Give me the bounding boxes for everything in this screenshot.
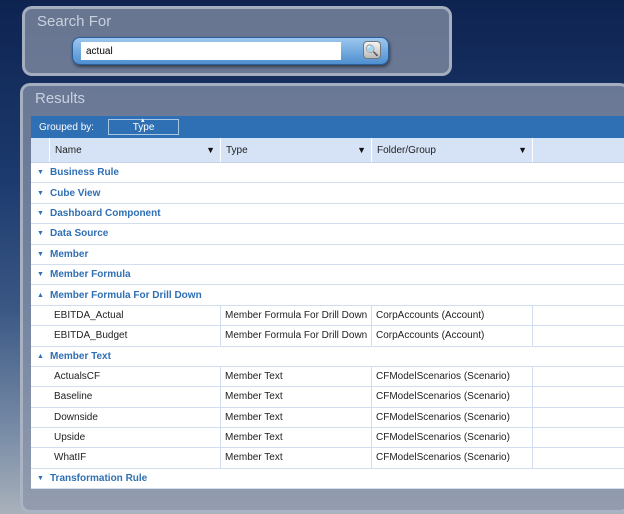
expand-icon[interactable]: ▼	[31, 251, 50, 258]
group-row[interactable]: ▼ Transformation Rule	[31, 469, 624, 490]
search-button[interactable]: 🔍	[363, 41, 381, 59]
cell-name: ActualsCF	[50, 366, 221, 387]
table-row[interactable]: EBITDA_Actual Member Formula For Drill Do…	[31, 305, 624, 327]
column-header-type[interactable]: Type ▼	[221, 138, 372, 162]
cell-type: Member Text	[221, 428, 372, 448]
group-row[interactable]: ▼ Dashboard Component	[31, 204, 624, 225]
table-row[interactable]: Upside Member Text CFModelScenarios (Scena…	[31, 428, 624, 449]
row-indent	[31, 387, 50, 406]
filter-icon[interactable]: ▼	[206, 138, 215, 163]
results-grid: Grouped by: Type Name▼ Type▼ Folder/Grou…	[31, 113, 624, 490]
expand-icon[interactable]: ▼	[31, 169, 50, 176]
cell-type: Member Text	[221, 366, 372, 387]
cell-name: WhatIF	[50, 448, 221, 468]
cell-empty	[533, 367, 624, 386]
cell-name: Downside	[50, 407, 221, 428]
cell-empty	[533, 408, 624, 427]
group-label: Business Rule	[50, 167, 119, 179]
cell-folder: CFModelScenarios (Scenario)	[372, 366, 533, 387]
group-label: Data Source	[50, 228, 109, 240]
results-title: Results	[35, 90, 86, 107]
grouped-by-label: Grouped by:	[39, 121, 95, 133]
group-by-chip-type[interactable]: Type	[108, 113, 180, 135]
group-label: Dashboard Component	[50, 207, 161, 219]
row-indent	[31, 306, 50, 325]
row-indent	[31, 367, 50, 386]
expand-icon[interactable]: ▼	[31, 210, 50, 217]
cell-folder: CFModelScenarios (Scenario)	[372, 387, 533, 407]
group-label: Cube View	[50, 187, 101, 199]
cell-folder: CorpAccounts (Account)	[372, 305, 533, 326]
expand-icon[interactable]: ▼	[31, 230, 50, 237]
column-header-folder[interactable]: Folder/Group ▼	[372, 138, 533, 162]
expand-icon[interactable]: ▼	[31, 190, 50, 197]
cell-folder: CFModelScenarios (Scenario)	[372, 448, 533, 468]
cell-name: EBITDA_Actual	[50, 305, 221, 326]
row-indent	[31, 326, 50, 345]
group-by-bar: Grouped by: Type	[31, 113, 624, 138]
cell-folder: CFModelScenarios (Scenario)	[372, 407, 533, 428]
group-label: Member	[50, 248, 89, 260]
filter-icon[interactable]: ▼	[518, 138, 527, 163]
column-header-name[interactable]: Name ▼	[50, 138, 221, 162]
table-row[interactable]: EBITDA_Budget Member Formula For Drill Do…	[31, 326, 624, 347]
row-indent	[31, 428, 50, 447]
cell-folder: CFModelScenarios (Scenario)	[372, 428, 533, 448]
table-row[interactable]: Downside Member Text CFModelScenarios (Sce…	[31, 407, 624, 429]
cell-type: Member Text	[221, 448, 372, 468]
group-row[interactable]: ▲ Member Text	[31, 347, 624, 367]
cell-type: Member Formula For Drill Down	[221, 305, 372, 326]
row-indent	[31, 408, 50, 427]
cell-empty	[533, 326, 624, 345]
group-row[interactable]: ▼ Data Source	[31, 224, 624, 245]
results-panel: Results Grouped by: Type Name▼ Type▼ Fol…	[20, 83, 624, 513]
cell-type: Member Formula For Drill Down	[221, 326, 372, 346]
table-row[interactable]: ActualsCF Member Text CFModelScenarios (Sc…	[31, 366, 624, 388]
cell-name: Baseline	[50, 387, 221, 407]
cell-name: EBITDA_Budget	[50, 326, 221, 346]
expand-icon[interactable]: ▼	[31, 271, 50, 278]
group-row[interactable]: ▼ Business Rule	[31, 163, 624, 184]
search-panel: Search For 🔍	[22, 6, 452, 76]
group-row[interactable]: ▲ Member Formula For Drill Down	[31, 285, 624, 306]
collapse-icon[interactable]: ▲	[31, 292, 50, 299]
search-input[interactable]	[81, 42, 341, 60]
search-box: 🔍	[72, 37, 389, 65]
row-indent	[31, 448, 50, 467]
expand-icon[interactable]: ▼	[31, 475, 50, 482]
group-label: Member Text	[50, 350, 111, 362]
table-row[interactable]: Baseline Member Text CFModelScenarios (Sce…	[31, 387, 624, 408]
search-title: Search For	[37, 13, 112, 30]
group-label: Member Formula	[50, 269, 131, 281]
group-row[interactable]: ▼ Cube View	[31, 183, 624, 204]
cell-name: Upside	[50, 428, 221, 448]
group-row[interactable]: ▼ Member Formula	[31, 265, 624, 286]
cell-empty	[533, 306, 624, 325]
column-header-row: Name ▼ Type ▼ Folder/Group ▼	[31, 138, 624, 163]
search-icon: 🔍	[365, 43, 379, 57]
collapse-icon[interactable]: ▲	[31, 353, 50, 360]
cell-empty	[533, 428, 624, 447]
cell-folder: CorpAccounts (Account)	[372, 326, 533, 346]
cell-empty	[533, 448, 624, 467]
cell-type: Member Text	[221, 387, 372, 407]
group-label: Transformation Rule	[50, 473, 148, 485]
cell-type: Member Text	[221, 407, 372, 428]
cell-empty	[533, 387, 624, 406]
header-spacer	[31, 138, 50, 162]
grid-body: ▼ Business Rule ▼ Cube View ▼ Dashboard Compo…	[31, 163, 624, 490]
group-label: Member Formula For Drill Down	[50, 289, 202, 301]
group-row[interactable]: ▼ Member	[31, 245, 624, 265]
filter-icon[interactable]: ▼	[357, 138, 366, 163]
table-row[interactable]: WhatIF Member Text CFModelScenarios (Scena…	[31, 448, 624, 469]
